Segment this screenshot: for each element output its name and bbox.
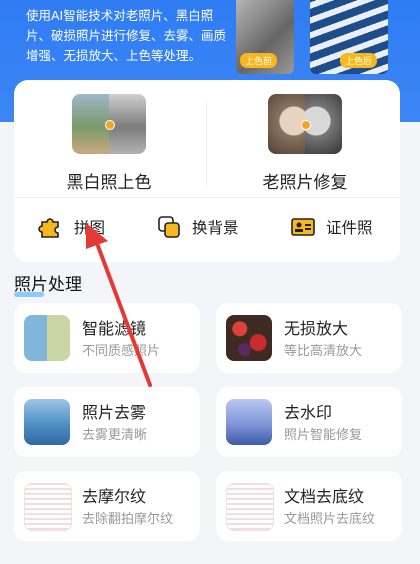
doc-thumbnail bbox=[226, 483, 274, 531]
tile-subtitle: 不同质感照片 bbox=[82, 344, 161, 359]
old-photo-restore-label: 老照片修复 bbox=[262, 173, 348, 193]
tile-title: 去水印 bbox=[284, 403, 333, 422]
tile-title: 照片去雾 bbox=[82, 403, 147, 422]
remove-moire-tile[interactable]: 去摩尔纹 去除翻拍摩尔纹 bbox=[14, 471, 200, 541]
tile-subtitle: 照片智能修复 bbox=[284, 428, 363, 443]
smart-filter-thumbnail bbox=[24, 315, 70, 361]
remove-watermark-tile[interactable]: 去水印 照片智能修复 bbox=[216, 387, 402, 457]
section-title-text: 照片处理 bbox=[14, 275, 82, 295]
section-title: 照片处理 bbox=[14, 270, 82, 297]
tile-subtitle: 等比高清放大 bbox=[284, 344, 363, 359]
smart-filter-tile[interactable]: 智能滤镜 不同质感照片 bbox=[14, 303, 200, 373]
lossless-upscale-tile[interactable]: 无损放大 等比高清放大 bbox=[216, 303, 402, 373]
after-badge: 上色后 bbox=[340, 53, 378, 68]
collage-button[interactable]: 拼图 bbox=[38, 213, 105, 241]
tile-subtitle: 去除翻拍摩尔纹 bbox=[82, 512, 174, 527]
watermark-thumbnail bbox=[226, 399, 272, 445]
id-photo-label: 证件照 bbox=[326, 219, 373, 237]
change-background-button[interactable]: 换背景 bbox=[156, 213, 239, 241]
hero-description: 使用AI智能技术对老照片、黑白照片、破损照片进行修复、去雾、画质增强、无损放大、… bbox=[26, 8, 227, 63]
after-photo: 上色后 bbox=[310, 0, 388, 74]
tile-title: 无损放大 bbox=[284, 319, 349, 338]
tile-title: 去摩尔纹 bbox=[82, 487, 147, 506]
change-background-label: 换背景 bbox=[192, 219, 239, 237]
id-photo-button[interactable]: 证件照 bbox=[290, 213, 373, 241]
before-badge: 上色前 bbox=[240, 53, 278, 68]
colorize-thumbnail bbox=[72, 94, 146, 154]
tile-subtitle: 文档照片去底纹 bbox=[284, 512, 376, 527]
feature-card: 黑白照上色 老照片修复 拼图 换背景 证件照 bbox=[14, 80, 400, 262]
id-card-icon bbox=[290, 214, 316, 240]
colorize-bw-button[interactable]: 黑白照上色 bbox=[14, 94, 204, 193]
tile-title: 文档去底纹 bbox=[284, 487, 365, 506]
restore-thumbnail bbox=[268, 94, 342, 154]
colorize-bw-label: 黑白照上色 bbox=[66, 173, 152, 193]
tile-subtitle: 去雾更清晰 bbox=[82, 428, 148, 443]
tile-title: 智能滤镜 bbox=[82, 319, 147, 338]
divider bbox=[206, 102, 207, 186]
moire-thumbnail bbox=[24, 483, 72, 531]
old-photo-restore-button[interactable]: 老照片修复 bbox=[210, 94, 400, 193]
before-photo: 上色前 bbox=[236, 0, 294, 74]
layers-icon bbox=[156, 214, 182, 240]
divider bbox=[14, 197, 400, 198]
puzzle-icon bbox=[38, 214, 64, 240]
upscale-thumbnail bbox=[226, 315, 272, 361]
dehaze-thumbnail bbox=[24, 399, 70, 445]
collage-label: 拼图 bbox=[74, 219, 106, 237]
doc-background-remove-tile[interactable]: 文档去底纹 文档照片去底纹 bbox=[216, 471, 402, 541]
dehaze-tile[interactable]: 照片去雾 去雾更清晰 bbox=[14, 387, 200, 457]
